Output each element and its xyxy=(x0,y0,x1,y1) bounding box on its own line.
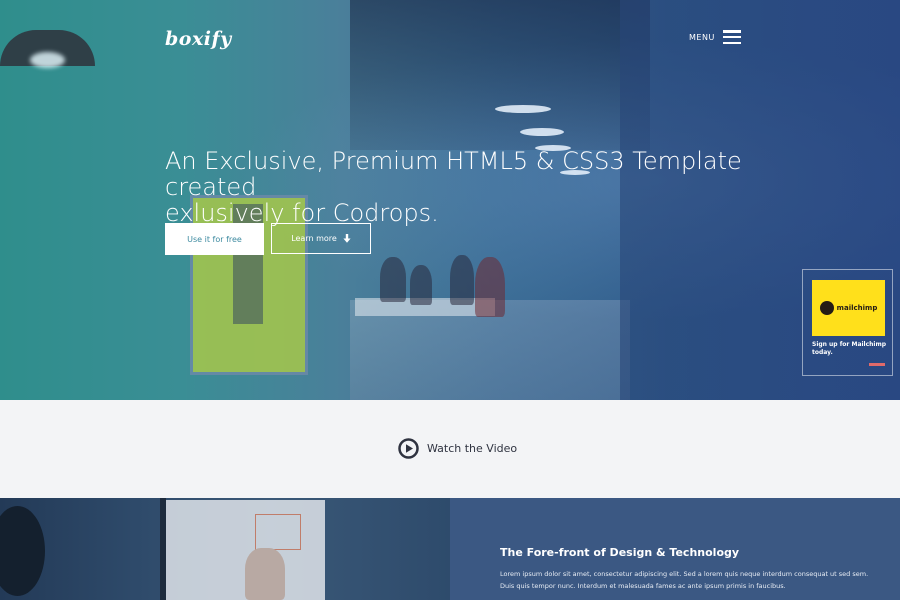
site-logo[interactable]: boxify xyxy=(165,28,232,50)
ad-link[interactable] xyxy=(869,363,885,366)
watch-video-button[interactable]: Watch the Video xyxy=(398,438,517,459)
play-circle-icon xyxy=(398,438,419,459)
hand xyxy=(245,548,285,600)
mailchimp-ad[interactable]: mailchimp Sign up for Mailchimp today. xyxy=(802,269,893,376)
whiteboard-frame xyxy=(160,498,166,600)
hero-bg-ceiling xyxy=(350,0,650,150)
menu-label: MENU xyxy=(689,32,715,42)
arrow-down-icon xyxy=(343,234,351,243)
use-free-button[interactable]: Use it for free xyxy=(165,223,264,255)
learn-more-button[interactable]: Learn more xyxy=(271,223,371,254)
mailchimp-logo: mailchimp xyxy=(812,280,885,336)
mailchimp-icon xyxy=(819,301,834,315)
ceiling-light xyxy=(495,105,551,113)
ceiling-light xyxy=(520,128,564,136)
hamburger-icon xyxy=(722,30,741,44)
features-photo xyxy=(0,498,450,600)
hero-bg-lamp-glow xyxy=(30,52,65,68)
person-head xyxy=(0,506,45,596)
whiteboard-sketch xyxy=(255,514,301,550)
hero-title: An Exclusive, Premium HTML5 & CSS3 Templ… xyxy=(165,148,765,226)
features-title: The Fore-front of Design & Technology xyxy=(500,546,740,559)
features-body: Lorem ipsum dolor sit amet, consectetur … xyxy=(500,570,869,590)
hero-title-line1: An Exclusive, Premium HTML5 & CSS3 Templ… xyxy=(165,147,742,201)
mailchimp-brand: mailchimp xyxy=(836,304,878,312)
menu-button[interactable]: MENU xyxy=(689,30,741,44)
learn-more-label: Learn more xyxy=(291,234,337,243)
hero-bg-people xyxy=(360,255,520,355)
ad-text: Sign up for Mailchimp today. xyxy=(812,341,887,356)
watch-video-label: Watch the Video xyxy=(427,442,518,455)
